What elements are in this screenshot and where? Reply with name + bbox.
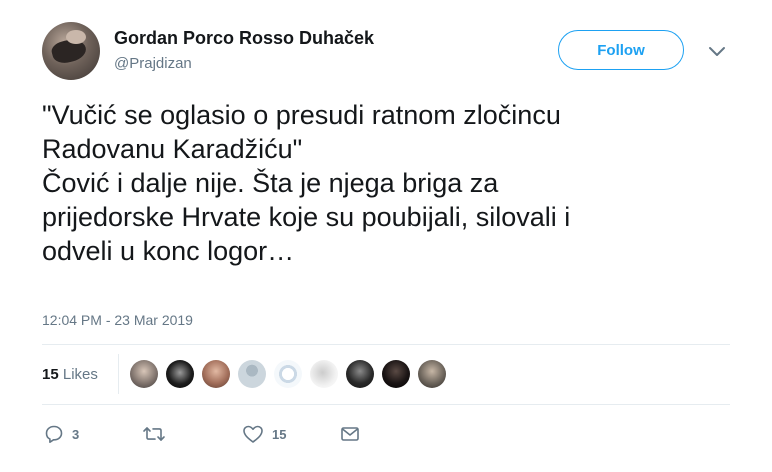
liker-avatar[interactable] <box>130 360 158 388</box>
retweet-button[interactable] <box>142 424 174 444</box>
tweet-text: "Vučić se oglasio o presudi ratnom zloči… <box>42 100 571 266</box>
reply-button[interactable]: 3 <box>44 424 79 444</box>
tweet-timestamp[interactable]: 12:04 PM - 23 Mar 2019 <box>42 312 193 328</box>
liker-avatar[interactable] <box>238 360 266 388</box>
liker-avatar[interactable] <box>346 360 374 388</box>
likes-count[interactable]: 15 Likes <box>42 366 98 383</box>
follow-button[interactable]: Follow <box>558 30 684 70</box>
likes-number: 15 <box>42 366 59 383</box>
direct-message-button[interactable] <box>340 424 360 444</box>
likes-label: Likes <box>62 366 98 383</box>
liker-avatar[interactable] <box>382 360 410 388</box>
liker-avatar[interactable] <box>202 360 230 388</box>
retweet-icon <box>143 427 165 441</box>
divider <box>42 344 730 345</box>
reply-icon <box>45 425 63 443</box>
user-handle[interactable]: @Prajdizan <box>114 55 192 72</box>
chevron-down-icon[interactable] <box>706 40 728 62</box>
divider <box>42 404 730 405</box>
envelope-icon <box>341 427 359 441</box>
divider <box>118 354 119 394</box>
liker-avatar[interactable] <box>274 360 302 388</box>
user-display-name[interactable]: Gordan Porco Rosso Duhaček <box>114 28 374 49</box>
like-button[interactable]: 15 <box>242 424 286 444</box>
reply-count: 3 <box>72 426 80 442</box>
liker-avatar[interactable] <box>418 360 446 388</box>
user-avatar[interactable] <box>42 22 100 80</box>
like-count: 15 <box>272 426 287 442</box>
heart-icon <box>243 425 263 443</box>
liker-avatar[interactable] <box>310 360 338 388</box>
liker-avatar[interactable] <box>166 360 194 388</box>
